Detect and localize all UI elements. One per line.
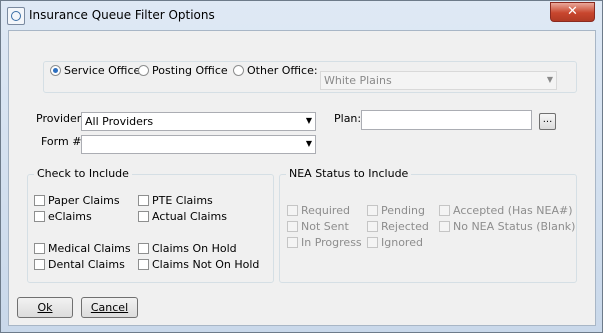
dialog-body: Service Office Posting Office Other Offi…: [8, 30, 596, 326]
radio-label: Other Office:: [247, 64, 318, 77]
radio-label: Service Office: [64, 64, 141, 77]
dialog-window: Insurance Queue Filter Options ✕ Service…: [0, 0, 603, 333]
checkbox-label: Ignored: [381, 236, 423, 249]
checkbox-label: In Progress: [301, 236, 362, 249]
ok-button[interactable]: Ok: [17, 297, 73, 318]
checkbox-label: eClaims: [48, 210, 92, 223]
provider-dropdown[interactable]: All Providers ▼: [81, 112, 316, 131]
other-office-radio[interactable]: Other Office:: [233, 64, 318, 77]
checkbox-label: Claims On Hold: [152, 242, 237, 255]
checkbox-icon: [34, 211, 45, 222]
checkbox-icon: [287, 237, 298, 248]
plan-label: Plan:: [334, 112, 362, 125]
checkbox-label: Accepted (Has NEA#): [453, 204, 573, 217]
medical-claims-checkbox[interactable]: Medical Claims: [34, 242, 131, 255]
nea-required-checkbox[interactable]: Required: [287, 204, 350, 217]
paper-claims-checkbox[interactable]: Paper Claims: [34, 194, 120, 207]
radio-label: Posting Office: [152, 64, 228, 77]
checkbox-label: PTE Claims: [152, 194, 213, 207]
service-office-radio[interactable]: Service Office: [50, 64, 140, 77]
checkbox-icon: [439, 205, 450, 216]
claims-on-hold-checkbox[interactable]: Claims On Hold: [138, 242, 237, 255]
eclaims-checkbox[interactable]: eClaims: [34, 210, 92, 223]
ok-button-label: Ok: [37, 301, 53, 314]
plan-browse-button[interactable]: ...: [539, 113, 556, 130]
dental-claims-checkbox[interactable]: Dental Claims: [34, 258, 125, 271]
checkbox-icon: [439, 221, 450, 232]
checkbox-icon: [138, 243, 149, 254]
checkbox-icon: [34, 243, 45, 254]
checkbox-label: Paper Claims: [48, 194, 120, 207]
nea-no-status-checkbox[interactable]: No NEA Status (Blank): [439, 220, 575, 233]
checkbox-label: No NEA Status (Blank): [453, 220, 576, 233]
nea-pending-checkbox[interactable]: Pending: [367, 204, 425, 217]
dropdown-value: White Plains: [324, 74, 392, 87]
checkbox-label: Not Sent: [301, 220, 349, 233]
app-icon: [7, 7, 25, 25]
radio-button-icon: [50, 65, 61, 76]
checkbox-icon: [287, 205, 298, 216]
provider-label: Provider:: [36, 112, 85, 125]
checkbox-icon: [367, 237, 378, 248]
checkbox-icon: [287, 221, 298, 232]
plan-input[interactable]: [361, 110, 532, 130]
checkbox-label: Pending: [381, 204, 425, 217]
chevron-down-icon: ▼: [546, 75, 553, 84]
checkbox-label: Required: [301, 204, 350, 217]
dropdown-value: All Providers: [85, 115, 154, 128]
nea-in-progress-checkbox[interactable]: In Progress: [287, 236, 362, 249]
checkbox-icon: [138, 259, 149, 270]
claims-not-on-hold-checkbox[interactable]: Claims Not On Hold: [138, 258, 259, 271]
checkbox-label: Medical Claims: [48, 242, 131, 255]
checkbox-icon: [138, 211, 149, 222]
checkbox-label: Rejected: [381, 220, 429, 233]
cancel-button[interactable]: Cancel: [81, 297, 138, 318]
checkbox-label: Claims Not On Hold: [152, 258, 260, 271]
nea-ignored-checkbox[interactable]: Ignored: [367, 236, 423, 249]
checkbox-icon: [34, 259, 45, 270]
nea-rejected-checkbox[interactable]: Rejected: [367, 220, 429, 233]
radio-button-icon: [233, 65, 244, 76]
checkbox-icon: [367, 221, 378, 232]
checkbox-label: Dental Claims: [48, 258, 125, 271]
actual-claims-checkbox[interactable]: Actual Claims: [138, 210, 227, 223]
other-office-dropdown[interactable]: White Plains ▼: [320, 71, 557, 90]
form-dropdown[interactable]: ▼: [81, 135, 316, 154]
pte-claims-checkbox[interactable]: PTE Claims: [138, 194, 213, 207]
checkbox-icon: [34, 195, 45, 206]
radio-button-icon: [138, 65, 149, 76]
window-title: Insurance Queue Filter Options: [29, 8, 215, 22]
checkbox-icon: [367, 205, 378, 216]
form-label: Form #:: [41, 135, 86, 148]
group-title: Check to Include: [34, 167, 132, 180]
posting-office-radio[interactable]: Posting Office: [138, 64, 228, 77]
close-button[interactable]: ✕: [550, 2, 595, 22]
checkbox-icon: [138, 195, 149, 206]
cancel-button-label: Cancel: [90, 301, 129, 314]
group-title: NEA Status to Include: [286, 167, 412, 180]
nea-not-sent-checkbox[interactable]: Not Sent: [287, 220, 349, 233]
nea-accepted-checkbox[interactable]: Accepted (Has NEA#): [439, 204, 572, 217]
chevron-down-icon: ▼: [305, 139, 312, 148]
chevron-down-icon: ▼: [305, 116, 312, 125]
checkbox-label: Actual Claims: [152, 210, 227, 223]
title-bar[interactable]: Insurance Queue Filter Options ✕: [1, 1, 602, 29]
